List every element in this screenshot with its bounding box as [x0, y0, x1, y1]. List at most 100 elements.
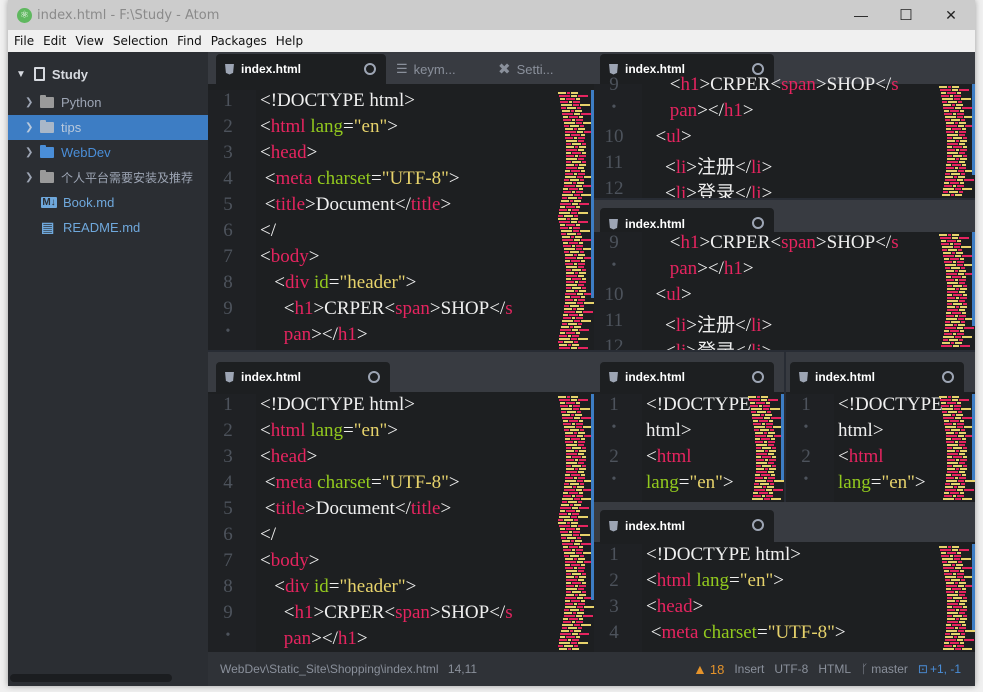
minimap-line: [578, 212, 588, 214]
code-text: <head>: [646, 596, 704, 617]
minimap-line: [941, 345, 952, 347]
minimap[interactable]: [935, 394, 975, 502]
minimap-line: [566, 471, 577, 473]
minimap-line: [582, 447, 586, 449]
menu-edit[interactable]: Edit: [43, 34, 66, 48]
menu-packages[interactable]: Packages: [211, 34, 267, 48]
minimap-line: [759, 405, 762, 407]
minimap-line: [958, 273, 964, 275]
project-root[interactable]: ▼ Study: [8, 64, 208, 84]
minimap-line: [957, 495, 964, 497]
minimap-line: [948, 234, 951, 236]
minimap-line: [947, 459, 955, 461]
minimap-line: [566, 465, 571, 467]
git-branch[interactable]: master: [871, 662, 908, 676]
editor-pane-top-right-2: index.html 9 <h1>CRPER<span>SHOP</s • pan…: [594, 200, 975, 350]
minimap-line: [760, 483, 769, 485]
minimap-line: [569, 405, 572, 407]
file-path[interactable]: WebDev\Static_Site\Shopping\index.html: [220, 662, 439, 676]
minimap-line: [768, 399, 778, 401]
scrollbar[interactable]: [972, 232, 975, 327]
tree-item-readme-md[interactable]: ▤ README.md: [8, 215, 208, 240]
menu-find[interactable]: Find: [177, 34, 202, 48]
minimap[interactable]: [935, 84, 975, 198]
title-bar: ⚛ index.html - F:\Study - Atom — ☐ ✕: [8, 0, 975, 30]
minimap-line: [569, 116, 578, 118]
minimap-line: [565, 134, 570, 136]
minimap-line: [947, 606, 952, 608]
tab-index-html[interactable]: index.html: [790, 362, 964, 392]
tab-index-html[interactable]: index.html: [600, 510, 774, 542]
scrollbar[interactable]: [972, 84, 975, 176]
menu-view[interactable]: View: [75, 34, 103, 48]
scrollbar[interactable]: [972, 394, 975, 481]
code-editor[interactable]: 1 <!DOCTYPE html> 2 <html lang="en"> 3 <head>…: [208, 90, 594, 350]
minimap-line: [947, 285, 952, 287]
minimap[interactable]: [554, 90, 594, 350]
tab-keymap[interactable]: ☰ keym...: [396, 54, 456, 84]
minimap-line: [574, 299, 577, 301]
menu-file[interactable]: File: [14, 34, 34, 48]
tab-index-html[interactable]: index.html: [216, 54, 386, 84]
tree-item-book-md[interactable]: M↓ Book.md: [8, 190, 208, 215]
tree-item-python[interactable]: ❯ Python: [8, 90, 208, 115]
minimap-line: [955, 441, 958, 443]
minimap-line: [959, 441, 966, 443]
minimap-line: [580, 104, 590, 106]
minimap-line: [944, 182, 949, 184]
code-editor[interactable]: 1 <!DOCTYPE html> 2 <html lang="en"> 3 <head>…: [208, 394, 594, 652]
minimap-line: [944, 333, 952, 335]
code-line: 2 <html lang="en">: [208, 116, 594, 142]
minimap-line: [961, 408, 971, 410]
minimap-line: [578, 453, 584, 455]
minimap-line: [772, 456, 776, 458]
minimap[interactable]: [744, 394, 784, 502]
tree-item-platform[interactable]: ❯ 个人平台需要安装及推荐: [8, 165, 208, 190]
minimize-button[interactable]: —: [838, 0, 884, 30]
minimap-line: [959, 291, 965, 293]
minimap-line: [946, 585, 957, 587]
minimap[interactable]: [935, 232, 975, 350]
close-button[interactable]: ✕: [928, 0, 974, 30]
minimap-line: [568, 648, 571, 650]
minimap-line: [559, 525, 570, 527]
code-editor[interactable]: 9 <h1>CRPER<span>SHOP</s • pan></h1> 10 <u…: [594, 232, 975, 350]
minimap-line: [947, 161, 958, 163]
minimap-line: [561, 630, 569, 632]
minimap-line: [950, 258, 959, 260]
tab-index-html[interactable]: index.html: [600, 362, 774, 392]
tree-item-webdev[interactable]: ❯ WebDev: [8, 140, 208, 165]
minimap-line: [563, 621, 571, 623]
code-editor[interactable]: 9 <h1>CRPER<span>SHOP</s • pan></h1> 10 <u…: [594, 74, 975, 198]
minimap-line: [566, 206, 575, 208]
minimap-line: [949, 339, 958, 341]
warning-count[interactable]: 18: [710, 662, 724, 677]
minimap-line: [950, 95, 953, 97]
horizontal-scrollbar[interactable]: [10, 674, 172, 682]
file-encoding[interactable]: UTF-8: [774, 662, 808, 676]
code-editor[interactable]: 1 <!DOCTYPE • html> 2 <html • lang="en">: [786, 394, 975, 502]
minimap[interactable]: [935, 544, 975, 652]
tab-index-html[interactable]: index.html: [216, 362, 390, 392]
tree-item-tips[interactable]: ❯ tips: [8, 115, 208, 140]
grammar-selector[interactable]: HTML: [818, 662, 851, 676]
minimap[interactable]: [554, 394, 594, 652]
tab-settings[interactable]: ✖ Setti...: [498, 54, 553, 84]
minimap-line: [579, 585, 586, 587]
code-line: 12 <li>登录</li>: [594, 336, 975, 350]
menu-selection[interactable]: Selection: [113, 34, 168, 48]
minimap-line: [564, 486, 572, 488]
editor-mode[interactable]: Insert: [734, 662, 764, 676]
scrollbar[interactable]: [781, 394, 784, 481]
minimap-line: [574, 567, 577, 569]
code-editor[interactable]: 1 <!DOCTYPE • html> 2 <html • lang="en">: [594, 394, 784, 502]
minimap-line: [945, 116, 956, 118]
diff-icon: ⊡: [917, 662, 928, 676]
menu-help[interactable]: Help: [276, 34, 303, 48]
maximize-button[interactable]: ☐: [883, 0, 929, 30]
git-diff-stats[interactable]: +1, -1: [930, 662, 961, 676]
cursor-position[interactable]: 14,11: [448, 662, 477, 676]
code-editor[interactable]: 1 <!DOCTYPE html> 2 <html lang="en"> 3 <head>…: [594, 544, 975, 652]
minimap-line: [582, 161, 586, 163]
scrollbar[interactable]: [972, 544, 975, 631]
